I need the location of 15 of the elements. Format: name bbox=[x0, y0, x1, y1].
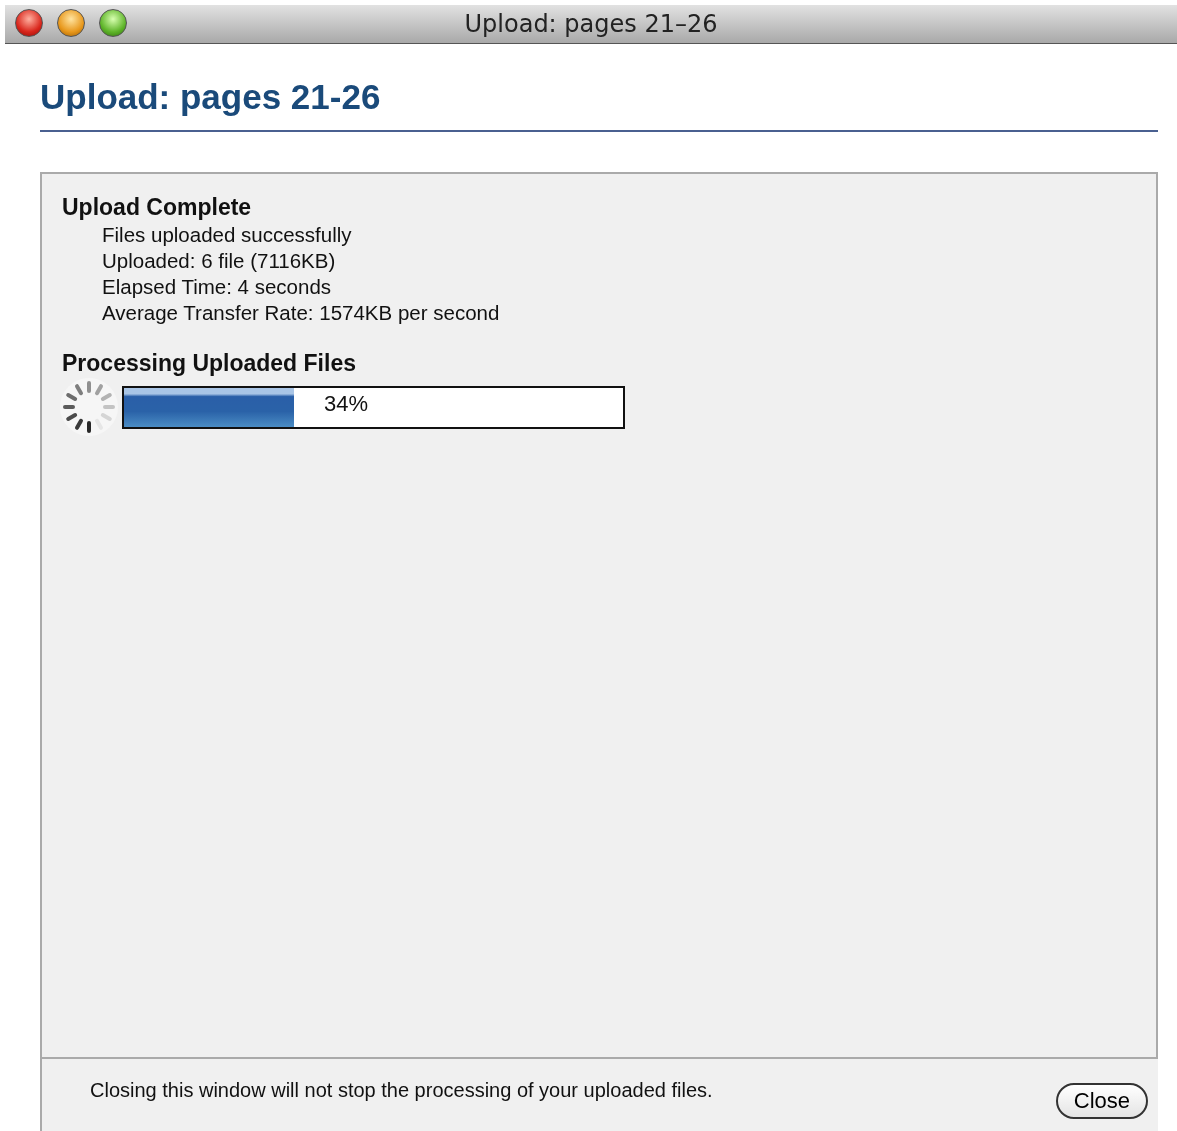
close-window-button[interactable] bbox=[15, 9, 43, 37]
window-title: Upload: pages 21–26 bbox=[464, 10, 718, 38]
page-heading: Upload: pages 21-26 bbox=[40, 74, 1158, 132]
spinner-icon bbox=[60, 378, 118, 436]
status-line: Files uploaded successfully bbox=[102, 222, 353, 248]
progress-percent: 34% bbox=[324, 390, 369, 417]
section-title: Processing Uploaded Files bbox=[62, 349, 357, 378]
close-button[interactable]: Close bbox=[1055, 1083, 1148, 1119]
minimize-window-button[interactable] bbox=[57, 9, 85, 37]
status-line: Elapsed Time: 4 seconds bbox=[102, 274, 333, 300]
section-title: Upload Complete bbox=[62, 193, 253, 222]
status-line: Average Transfer Rate: 1574KB per second bbox=[102, 300, 501, 326]
zoom-window-button[interactable] bbox=[99, 9, 127, 37]
status-line: Uploaded: 6 file (7116KB) bbox=[102, 248, 337, 274]
footer-note: Closing this window will not stop the processing of your uploaded files. bbox=[90, 1079, 713, 1102]
